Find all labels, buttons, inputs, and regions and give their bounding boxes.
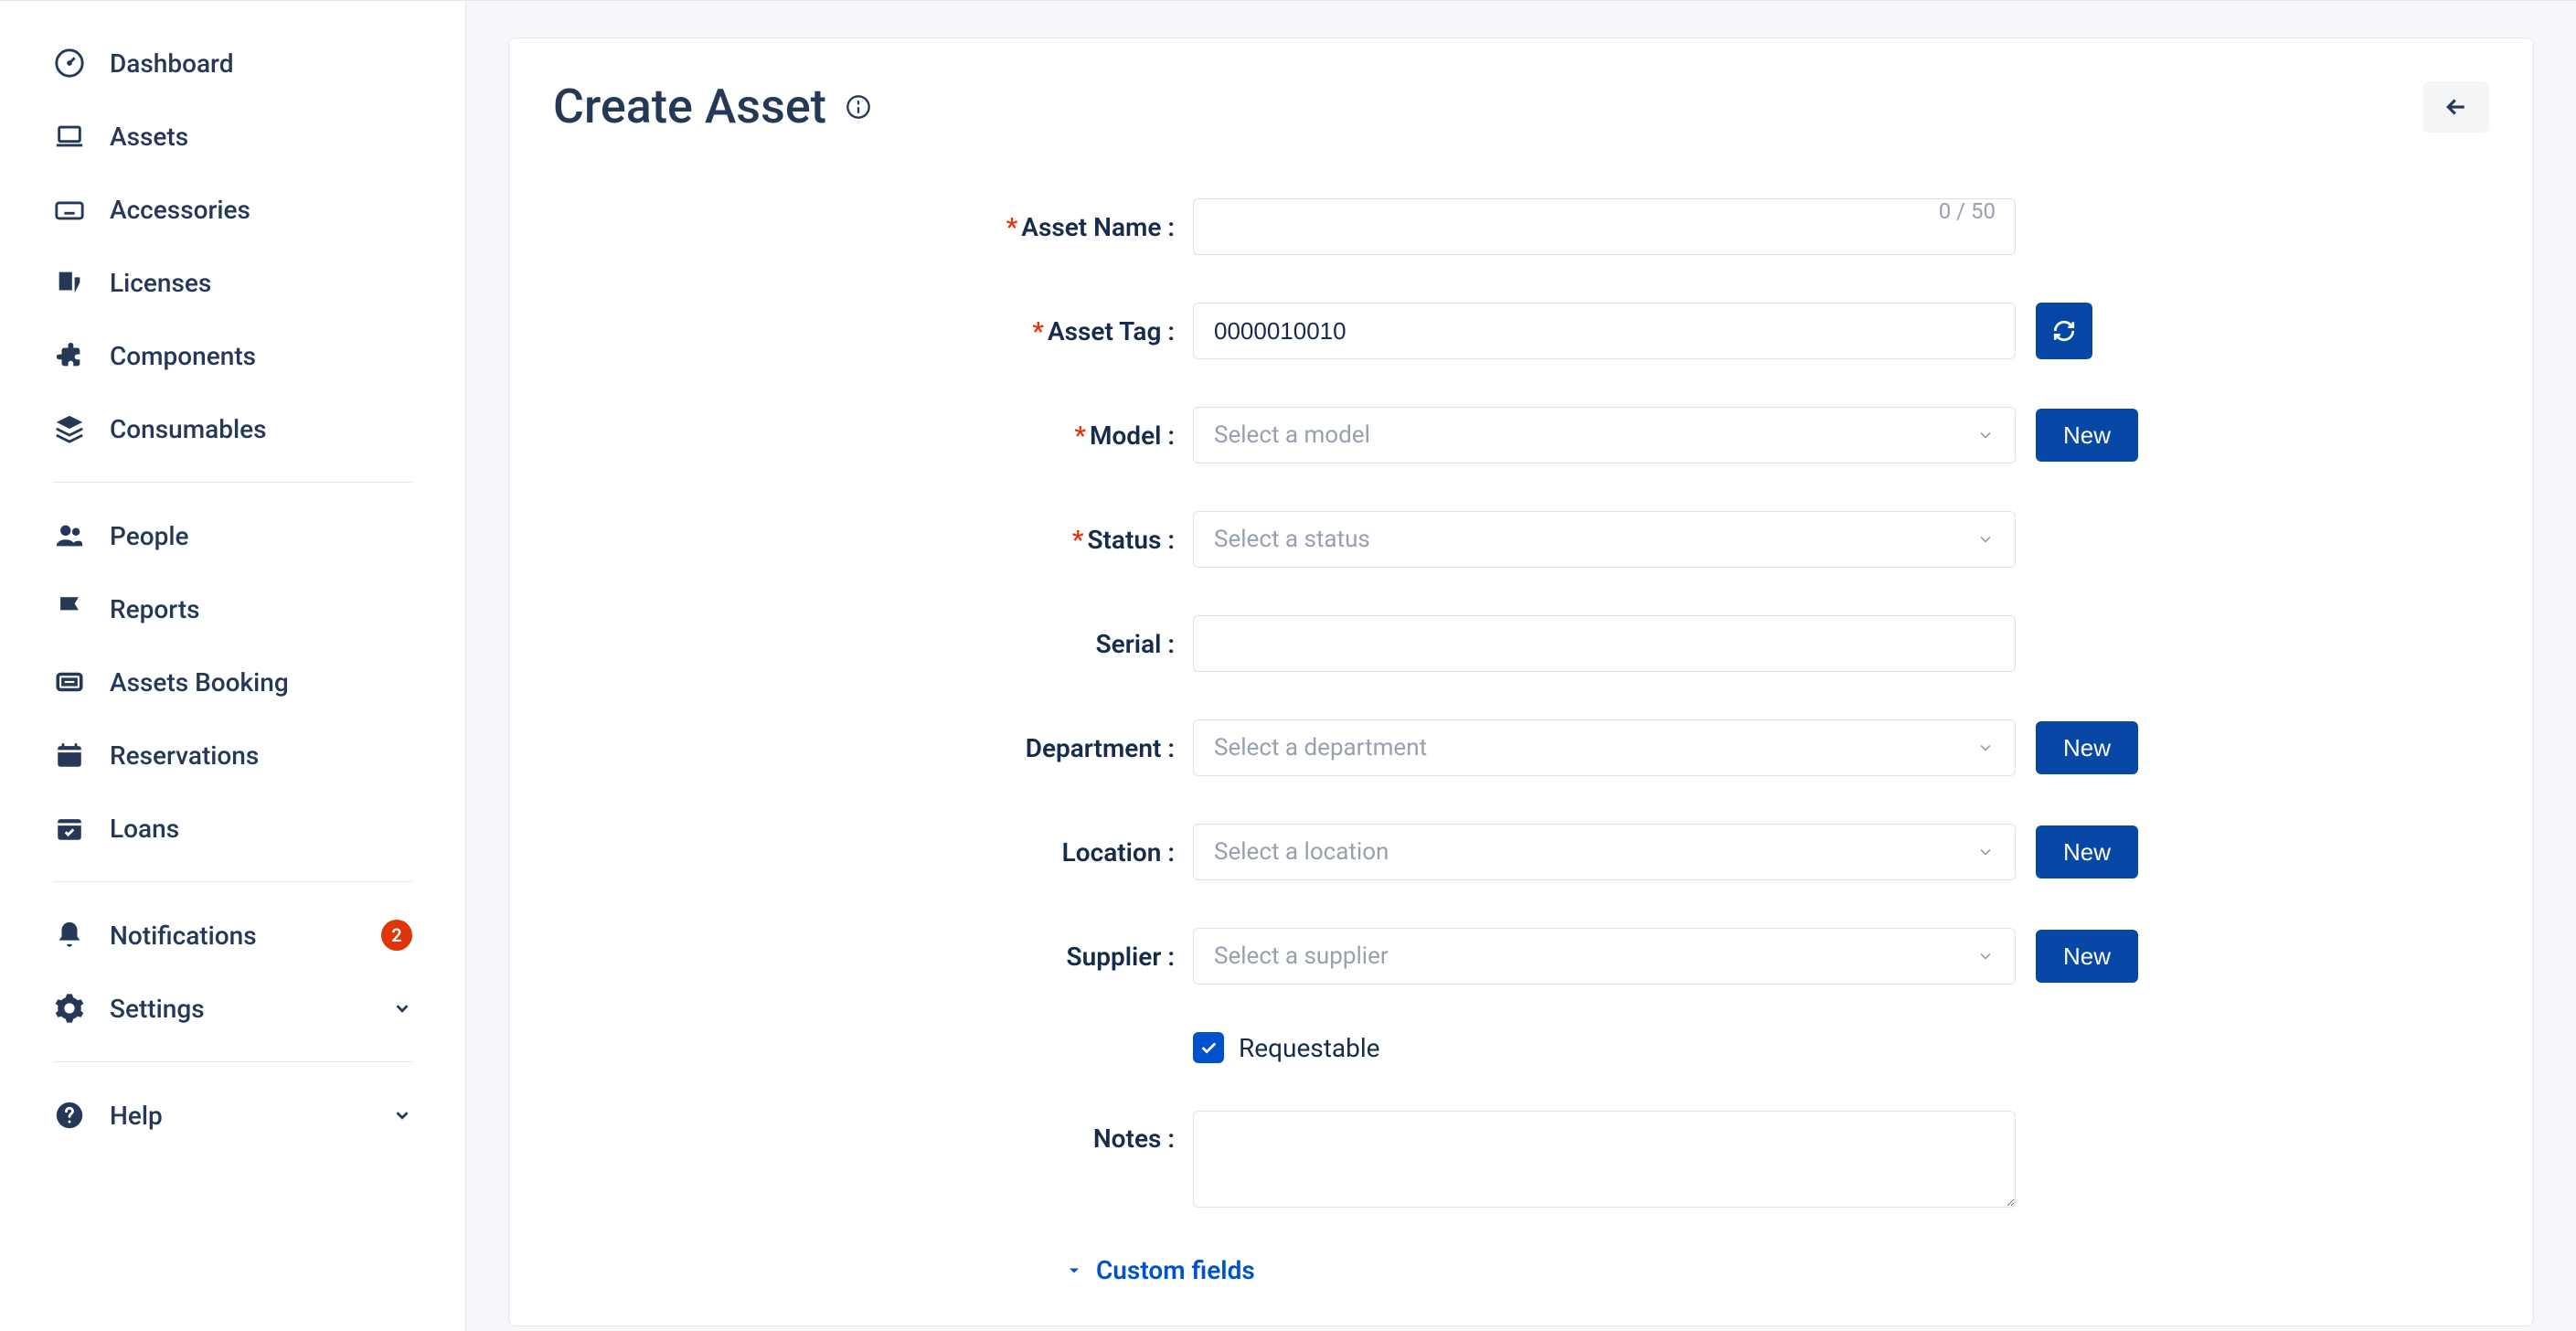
serial-label: Serial : [553,629,1193,659]
arrow-left-icon [2443,93,2470,121]
notifications-badge: 2 [381,920,412,951]
chevron-down-icon [1976,530,1995,548]
gear-icon [53,992,86,1025]
chevron-down-icon [392,1105,412,1125]
sidebar-item-dashboard[interactable]: Dashboard [53,27,412,100]
model-select[interactable]: Select a model [1193,407,2016,463]
sidebar-label: Consumables [110,414,412,444]
check-icon [1198,1038,1219,1058]
department-select[interactable]: Select a department [1193,719,2016,776]
supplier-select[interactable]: Select a supplier [1193,928,2016,985]
sidebar-item-reports[interactable]: Reports [53,572,412,645]
sidebar-item-reservations[interactable]: Reservations [53,719,412,792]
asset-name-label: *Asset Name : [553,212,1193,242]
refresh-icon [2052,319,2076,343]
nav-divider [53,1061,412,1062]
sidebar-label: Reservations [110,740,412,771]
sidebar-item-licenses[interactable]: Licenses [53,246,412,319]
requestable-checkbox[interactable] [1193,1032,1224,1063]
status-select[interactable]: Select a status [1193,511,2016,568]
back-button[interactable] [2423,81,2489,133]
new-supplier-button[interactable]: New [2036,930,2138,983]
notes-label: Notes : [553,1111,1193,1154]
new-department-button[interactable]: New [2036,721,2138,774]
nav-divider [53,482,412,483]
chevron-down-icon [1976,843,1995,861]
laptop-icon [53,120,86,153]
page-title: Create Asset [553,79,826,134]
chevron-down-icon [392,998,412,1018]
sidebar-label: Dashboard [110,48,412,79]
calendar-icon [53,739,86,772]
asset-name-input[interactable] [1193,198,2016,255]
department-label: Department : [553,733,1193,763]
location-label: Location : [553,837,1193,868]
people-icon [53,519,86,552]
sidebar-label: Accessories [110,195,412,225]
caret-down-icon [1065,1262,1083,1280]
layers-icon [53,412,86,445]
new-model-button[interactable]: New [2036,409,2138,462]
chevron-down-icon [1976,426,1995,444]
help-icon [53,1099,86,1132]
create-asset-card: Create Asset *Asset Name : 0 / 50 [508,37,2534,1326]
sidebar-item-assets-booking[interactable]: Assets Booking [53,645,412,719]
sidebar-label: Settings [110,994,392,1024]
sidebar-item-people[interactable]: People [53,499,412,572]
sidebar-item-consumables[interactable]: Consumables [53,392,412,465]
chevron-down-icon [1976,739,1995,757]
sidebar-item-settings[interactable]: Settings [53,972,412,1045]
serial-input[interactable] [1193,615,2016,672]
new-location-button[interactable]: New [2036,825,2138,878]
notes-textarea[interactable] [1193,1111,2016,1208]
main-content: Create Asset *Asset Name : 0 / 50 [466,1,2576,1331]
model-label: *Model : [553,421,1193,451]
nav-divider [53,881,412,882]
ticket-icon [53,666,86,698]
sidebar-item-accessories[interactable]: Accessories [53,173,412,246]
sidebar-item-components[interactable]: Components [53,319,412,392]
sidebar-item-assets[interactable]: Assets [53,100,412,173]
regenerate-tag-button[interactable] [2036,303,2092,359]
asset-tag-input[interactable] [1193,303,2016,359]
info-icon[interactable] [845,93,872,121]
sidebar-label: Assets [110,122,412,152]
sidebar-label: Licenses [110,268,412,298]
sidebar-label: People [110,521,412,551]
requestable-label: Requestable [1239,1033,1380,1063]
sidebar-label: Reports [110,594,412,624]
keyboard-icon [53,193,86,226]
asset-tag-label: *Asset Tag : [553,316,1193,346]
location-select[interactable]: Select a location [1193,824,2016,880]
sidebar: Dashboard Assets Accessories Licenses Co… [0,1,466,1331]
sidebar-item-help[interactable]: Help [53,1079,412,1152]
puzzle-icon [53,339,86,372]
sidebar-label: Assets Booking [110,667,412,697]
custom-fields-toggle[interactable]: Custom fields [1065,1255,2489,1285]
flag-icon [53,592,86,625]
sidebar-label: Components [110,341,412,371]
sidebar-item-loans[interactable]: Loans [53,792,412,865]
license-icon [53,266,86,299]
char-counter: 0 / 50 [1939,198,1996,224]
supplier-label: Supplier : [553,942,1193,972]
sidebar-label: Help [110,1101,392,1131]
calendar-check-icon [53,812,86,845]
sidebar-label: Loans [110,814,412,844]
status-label: *Status : [553,525,1193,555]
chevron-down-icon [1976,947,1995,965]
bell-icon [53,919,86,952]
sidebar-item-notifications[interactable]: Notifications 2 [53,899,412,972]
sidebar-label: Notifications [110,921,381,951]
gauge-icon [53,47,86,80]
